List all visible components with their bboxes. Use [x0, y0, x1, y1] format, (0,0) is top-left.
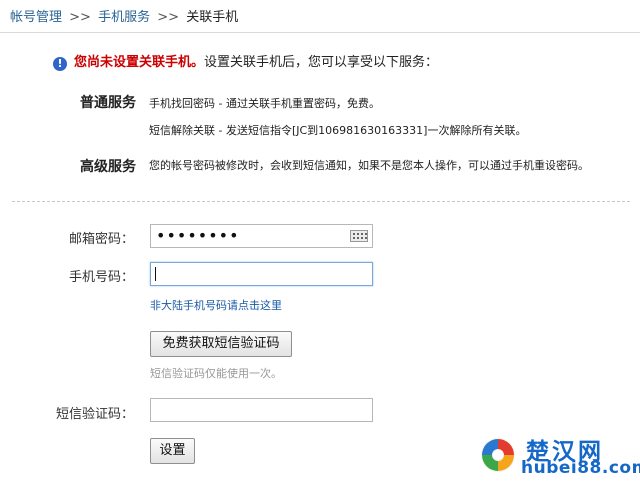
breadcrumb-account-management[interactable]: 帐号管理 — [10, 10, 62, 25]
phone-field[interactable] — [150, 262, 373, 286]
email-password-label: 邮箱密码： — [68, 232, 134, 247]
section-divider — [12, 201, 630, 202]
sms-code-hint: 短信验证码仅能使用一次。 — [150, 367, 282, 380]
chuhan-logo-icon — [481, 438, 515, 472]
get-sms-code-button[interactable]: 免费获取短信验证码 — [150, 331, 292, 357]
breadcrumb-separator: >> — [69, 10, 91, 25]
advanced-service-line-1: 您的帐号密码被修改时，会收到短信通知，如果不是您本人操作，可以通过手机重设密码。 — [149, 159, 589, 172]
normal-service-label: 普通服务 — [80, 95, 136, 111]
exclamation-icon: ! — [53, 57, 67, 71]
keyboard-icon[interactable] — [350, 230, 368, 242]
text-caret — [155, 267, 156, 281]
set-button[interactable]: 设置 — [150, 438, 195, 464]
sms-code-field[interactable] — [150, 398, 373, 422]
phone-label: 手机号码： — [68, 270, 134, 285]
normal-service-line-2: 短信解除关联 - 发送短信指令[JC到106981630163331]一次解除所… — [149, 124, 527, 137]
notice-description: 设置关联手机后，您可以享受以下服务： — [204, 55, 439, 70]
breadcrumb-separator: >> — [157, 10, 180, 25]
breadcrumb-current: 关联手机 — [186, 10, 239, 25]
email-password-field[interactable]: •••••••• — [150, 224, 373, 248]
breadcrumb-mobile-service[interactable]: 手机服务 — [98, 10, 150, 25]
header-divider — [0, 32, 640, 33]
normal-service-line-1: 手机找回密码 - 通过关联手机重置密码，免费。 — [149, 97, 380, 110]
watermark-domain: hubei88.com — [521, 458, 640, 478]
notice-warning: 您尚未设置关联手机。 — [74, 55, 205, 70]
watermark: 楚汉网 hubei88.com — [474, 433, 640, 479]
advanced-service-label: 高级服务 — [80, 159, 136, 175]
non-mainland-phone-link[interactable]: 非大陆手机号码请点击这里 — [150, 297, 282, 313]
breadcrumb: 帐号管理 >> 手机服务 >> 关联手机 — [10, 6, 238, 25]
sms-code-label: 短信验证码： — [55, 407, 134, 422]
notice: ! 您尚未设置关联手机。设置关联手机后，您可以享受以下服务： — [53, 51, 438, 71]
email-password-value: •••••••• — [156, 226, 240, 245]
